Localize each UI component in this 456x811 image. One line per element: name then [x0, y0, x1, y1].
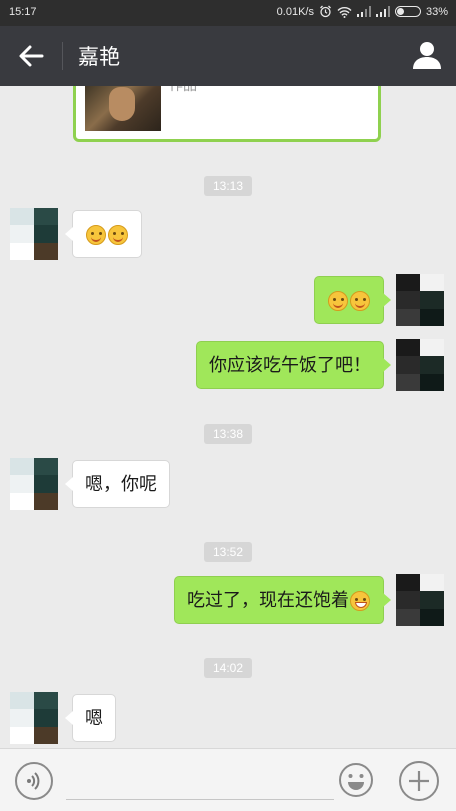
- sent-message[interactable]: 你应该吃午饭了吧！: [196, 341, 391, 389]
- sent-message[interactable]: [314, 276, 391, 324]
- signal-icon-2: [375, 6, 390, 17]
- status-icons: 0.01K/s 33%: [277, 5, 448, 18]
- signal-icon-1: [356, 6, 371, 17]
- card-thumbnail: [85, 86, 161, 131]
- input-bar: [0, 748, 456, 811]
- contact-avatar[interactable]: [10, 208, 58, 260]
- plus-icon[interactable]: [399, 761, 439, 801]
- received-message[interactable]: 嗯: [65, 694, 116, 742]
- smile-emoji-icon: [328, 291, 348, 311]
- shared-card[interactable]: 作品: [73, 86, 381, 142]
- contact-avatar[interactable]: [10, 458, 58, 510]
- net-speed: 0.01K/s: [276, 5, 314, 18]
- emoji-icon[interactable]: [338, 762, 374, 798]
- my-avatar[interactable]: [396, 274, 444, 326]
- person-icon[interactable]: [412, 40, 442, 70]
- voice-icon[interactable]: [15, 762, 53, 800]
- back-arrow-icon[interactable]: [16, 42, 46, 70]
- card-caption: 作品: [169, 86, 197, 94]
- sent-message[interactable]: 吃过了，现在还饱着: [174, 576, 391, 624]
- title-divider: [62, 42, 63, 70]
- timestamp: 13:52: [204, 542, 252, 562]
- message-text: 吃过了，现在还饱着: [187, 590, 349, 611]
- message-text: 嗯: [85, 708, 103, 729]
- received-message[interactable]: [65, 210, 142, 258]
- timestamp: 13:13: [204, 176, 252, 196]
- timestamp: 14:02: [204, 658, 252, 678]
- message-text: 你应该吃午饭了吧！: [209, 355, 371, 376]
- title-bar: 嘉艳: [0, 26, 456, 86]
- smile-emoji-icon: [86, 225, 106, 245]
- timestamp: 13:38: [204, 424, 252, 444]
- alarm-icon: [320, 5, 331, 18]
- my-avatar[interactable]: [396, 574, 444, 626]
- message-input[interactable]: [66, 799, 334, 800]
- smile-emoji-icon: [108, 225, 128, 245]
- contact-avatar[interactable]: [10, 692, 58, 744]
- smile-emoji-icon: [350, 291, 370, 311]
- status-bar: 15:17 0.01K/s 33%: [0, 0, 456, 26]
- grin-emoji-icon: [350, 591, 370, 611]
- chat-title: 嘉艳: [78, 45, 120, 69]
- message-text: 嗯，你呢: [85, 474, 157, 495]
- wifi-icon: [337, 6, 352, 18]
- my-avatar[interactable]: [396, 339, 444, 391]
- battery-icon: [394, 6, 421, 17]
- battery-percent: 33%: [425, 5, 448, 18]
- received-message[interactable]: 嗯，你呢: [65, 460, 170, 508]
- chat-area[interactable]: 作品 13:13 你应该吃午饭了吧！ 13:38 嗯，你呢 13:52 吃过了，现在还饱着…: [0, 86, 456, 748]
- status-time: 15:17: [9, 6, 37, 18]
